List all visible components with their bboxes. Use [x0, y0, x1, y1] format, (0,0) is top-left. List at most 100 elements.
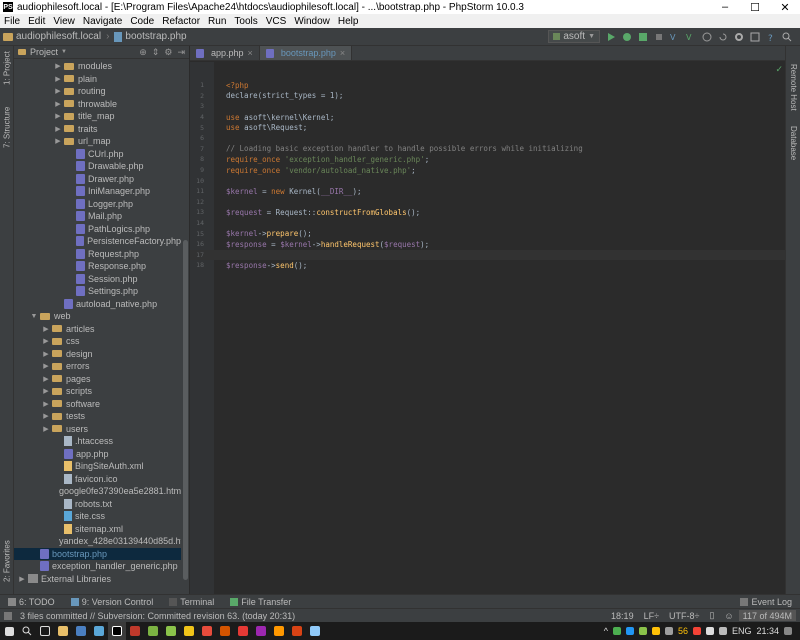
chevron-right-icon[interactable]: ▶ — [54, 62, 62, 70]
chevron-right-icon[interactable]: ▶ — [42, 400, 50, 408]
close-tab-icon[interactable]: × — [340, 48, 345, 58]
structure-tool-tab[interactable]: 7: Structure — [0, 102, 14, 152]
tree-item[interactable]: google0fe37390ea5e2881.html — [14, 485, 181, 498]
menu-run[interactable]: Run — [204, 16, 230, 27]
tree-item[interactable]: CUrl.php — [14, 148, 181, 161]
caret-position[interactable]: 18:19 — [606, 611, 639, 621]
notifications-icon[interactable] — [784, 627, 792, 635]
tree-item[interactable]: ▶ pages — [14, 373, 181, 386]
code-line[interactable]: 2 declare(strict_types = 1); — [190, 91, 785, 102]
editor-tab[interactable]: bootstrap.php × — [259, 46, 353, 60]
project-structure-icon[interactable] — [750, 32, 760, 42]
tree-item[interactable]: yandex_428e03139440d85d.html — [14, 535, 181, 548]
tree-item[interactable]: ▶ users — [14, 423, 181, 436]
tree-item[interactable]: ▶ software — [14, 398, 181, 411]
tree-item[interactable]: ▶ throwable — [14, 98, 181, 111]
tree-item[interactable]: ▶ design — [14, 348, 181, 361]
taskbar-app-1-icon[interactable] — [54, 622, 72, 640]
version-control-tool-button[interactable]: 9: Version Control — [63, 597, 162, 607]
taskbar-app-2-icon[interactable] — [72, 622, 90, 640]
code-line[interactable]: 5 use asoft\Request; — [190, 122, 785, 133]
tray-app-icon[interactable] — [692, 627, 701, 635]
tree-item[interactable]: IniManager.php — [14, 185, 181, 198]
code-line[interactable]: 7 // Loading basic exception handler to h… — [190, 144, 785, 155]
tree-item[interactable]: ▶ css — [14, 335, 181, 348]
status-message[interactable]: 3 files committed // Subversion: Committ… — [12, 611, 606, 621]
search-icon[interactable] — [782, 32, 792, 42]
chevron-right-icon[interactable]: ▶ — [54, 100, 62, 108]
stop-icon[interactable] — [654, 32, 664, 42]
code-line[interactable]: 9 require_once 'vendor/autoload_native.ph… — [190, 165, 785, 176]
menu-edit[interactable]: Edit — [24, 16, 49, 27]
toggle-tool-windows-icon[interactable] — [4, 611, 12, 620]
chevron-right-icon[interactable]: ▶ — [42, 375, 50, 383]
tree-item[interactable]: Session.php — [14, 273, 181, 286]
tree-item[interactable]: ▼ web — [14, 310, 181, 323]
tree-item[interactable]: robots.txt — [14, 498, 181, 511]
breadcrumb-file[interactable]: bootstrap.php — [111, 31, 189, 42]
taskbar-app-11-icon[interactable] — [252, 622, 270, 640]
maximize-button[interactable]: ☐ — [740, 1, 770, 14]
chevron-right-icon[interactable]: ▶ — [54, 125, 62, 133]
tree-item[interactable]: site.css — [14, 510, 181, 523]
network-icon[interactable] — [705, 627, 714, 635]
settings-icon[interactable] — [734, 32, 744, 42]
tray-number[interactable]: 56 — [678, 626, 688, 636]
code-line[interactable]: 15 $kernel -> prepare (); — [190, 228, 785, 239]
tray-app-icon[interactable] — [625, 627, 634, 635]
tree-item[interactable]: bootstrap.php — [14, 547, 181, 560]
code-line[interactable]: 14 — [190, 218, 785, 229]
run-icon[interactable] — [606, 32, 616, 42]
tray-app-icon[interactable] — [612, 627, 621, 635]
menu-navigate[interactable]: Navigate — [79, 16, 126, 27]
close-button[interactable]: ✕ — [770, 1, 800, 14]
code-editor[interactable]: 1 <?php 2 declare(strict_types = 1); 3 4 use a… — [190, 62, 785, 594]
tree-item[interactable]: ▶ title_map — [14, 110, 181, 123]
chevron-down-icon[interactable]: ▼ — [61, 49, 67, 55]
taskbar-app-8-icon[interactable] — [198, 622, 216, 640]
chevron-right-icon[interactable]: ▶ — [54, 75, 62, 83]
memory-indicator[interactable]: 117 of 494M — [738, 610, 796, 621]
code-line[interactable]: 17 — [190, 249, 785, 261]
taskbar-app-12-icon[interactable] — [270, 622, 288, 640]
code-line[interactable]: 10 — [190, 175, 785, 186]
menu-vcs[interactable]: VCS — [262, 16, 291, 27]
chevron-right-icon[interactable]: ▶ — [42, 425, 50, 433]
menu-tools[interactable]: Tools — [230, 16, 261, 27]
breadcrumb-project[interactable]: audiophilesoft.local — [0, 31, 104, 42]
chevron-right-icon[interactable]: ▶ — [54, 112, 62, 120]
chevron-right-icon[interactable]: ▶ — [42, 412, 50, 420]
favorites-tool-tab[interactable]: 2: Favorites — [0, 536, 14, 586]
code-line[interactable]: 11 $kernel = new Kernel(__DIR__); — [190, 186, 785, 197]
scrollbar-thumb[interactable] — [183, 240, 188, 580]
menu-code[interactable]: Code — [126, 16, 158, 27]
chevron-right-icon[interactable]: ▶ — [42, 387, 50, 395]
tree-item[interactable]: BingSiteAuth.xml — [14, 460, 181, 473]
volume-icon[interactable] — [718, 627, 727, 635]
code-content[interactable]: 1 <?php 2 declare(strict_types = 1); 3 4 use a… — [190, 80, 785, 271]
menu-window[interactable]: Window — [290, 16, 334, 27]
tray-app-icon[interactable] — [651, 627, 660, 635]
windows-start-icon[interactable] — [0, 622, 18, 640]
code-line[interactable]: 8 require_once 'exception_handler_generic… — [190, 154, 785, 165]
tray-app-icon[interactable] — [664, 627, 673, 635]
coverage-icon[interactable] — [638, 32, 648, 42]
taskbar-search-icon[interactable] — [18, 622, 36, 640]
editor-tab[interactable]: app.php × — [190, 46, 260, 60]
tree-item[interactable]: ▶ modules — [14, 60, 181, 73]
menu-refactor[interactable]: Refactor — [158, 16, 204, 27]
code-line[interactable]: 16 $response = $kernel -> handleRequest($re… — [190, 239, 785, 250]
code-line[interactable]: 18 $response -> send (); — [190, 260, 785, 271]
tray-chevron-up-icon[interactable]: ^ — [604, 626, 608, 636]
menu-help[interactable]: Help — [334, 16, 363, 27]
chevron-right-icon[interactable]: ▶ — [42, 337, 50, 345]
tree-item[interactable]: autoload_native.php — [14, 298, 181, 311]
tree-item[interactable]: ▶ routing — [14, 85, 181, 98]
project-tool-tab[interactable]: 1: Project — [0, 48, 14, 88]
remote-host-tool-tab[interactable]: Remote Host — [787, 64, 800, 124]
chevron-right-icon[interactable]: ▶ — [18, 575, 26, 583]
task-view-icon[interactable] — [36, 622, 54, 640]
taskbar-app-10-icon[interactable] — [234, 622, 252, 640]
vcs-update-icon[interactable]: V — [670, 32, 680, 42]
project-panel-title[interactable]: Project — [30, 47, 58, 57]
